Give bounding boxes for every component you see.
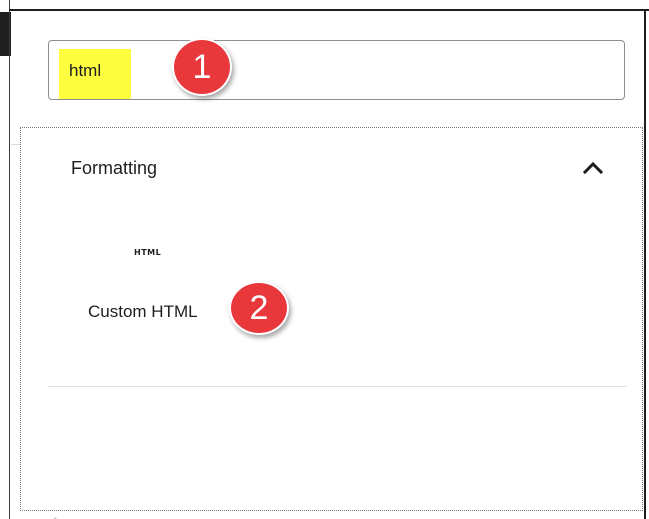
block-item-label: Custom HTML (88, 302, 198, 321)
chevron-up-icon[interactable] (582, 157, 604, 177)
html-block-icon: HTML (134, 248, 162, 257)
callout-badge-2: 2 (229, 281, 289, 335)
block-search-input[interactable]: html (48, 40, 625, 100)
popover-top-border (9, 9, 649, 11)
editor-edge-line (9, 0, 10, 519)
popover-arrow (48, 509, 62, 519)
section-divider (48, 386, 627, 387)
block-item-custom-html[interactable]: HTML Custom HTML (80, 236, 230, 336)
editor-left-edge (0, 0, 11, 519)
block-inserter-screenshot: html Formatting HTML Custom HTML 1 2 (0, 0, 649, 519)
popover-right-border (644, 9, 646, 519)
callout-badge-1: 1 (172, 38, 232, 96)
search-input-value[interactable]: html (69, 61, 101, 81)
category-title: Formatting (71, 158, 158, 178)
